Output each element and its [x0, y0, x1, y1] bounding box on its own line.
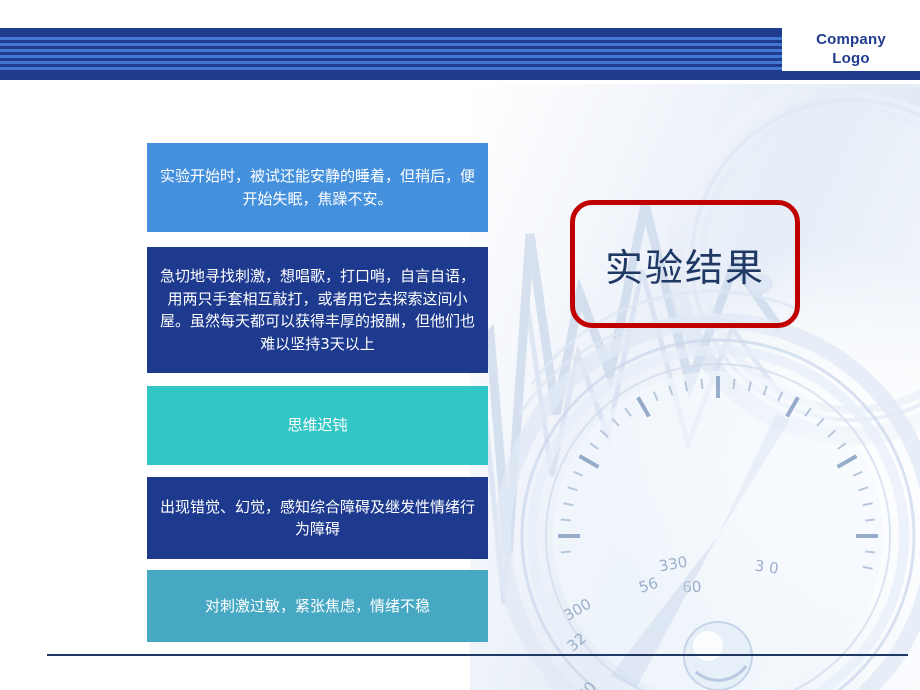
company-logo-line-1: Company [816, 30, 886, 48]
svg-text:3 0: 3 0 [754, 556, 780, 577]
content-box-2: 急切地寻找刺激，想唱歌，打口哨，自言自语，用两只手套相互敲打，或者用它去探索这间… [147, 247, 488, 373]
svg-text:56: 56 [637, 574, 661, 597]
content-box-4-text: 出现错觉、幻觉，感知综合障碍及继发性情绪行为障碍 [159, 497, 475, 539]
content-box-1-text: 实验开始时，被试还能安静的睡着，但稍后，便开始失眠，焦躁不安。 [159, 167, 475, 208]
content-box-3-text: 思维迟钝 [287, 416, 348, 435]
svg-text:60: 60 [682, 578, 702, 597]
company-logo-text: Company Logo [816, 31, 886, 69]
content-box-3: 思维迟钝 [147, 386, 488, 465]
svg-text:300: 300 [561, 595, 595, 625]
svg-text:270: 270 [568, 678, 600, 690]
title-callout-text: 实验结果 [604, 245, 765, 290]
content-box-4: 出现错觉、幻觉，感知综合障碍及继发性情绪行为障碍 [147, 477, 488, 559]
content-box-5-text: 对刺激过敏，紧张焦虑，情绪不稳 [204, 596, 430, 615]
background-gradient-tint [470, 84, 920, 690]
header-band-bottom-cap [0, 71, 920, 80]
company-logo: Company Logo [782, 28, 920, 71]
company-logo-line-2: Logo [832, 49, 870, 67]
content-box-5: 对刺激过敏，紧张焦虑，情绪不稳 [147, 570, 488, 642]
header-band-top-cap [0, 28, 782, 36]
compass-gauge-watermark-icon: 240 270 32 300 56 330 60 3 0 [460, 84, 920, 690]
content-box-1: 实验开始时，被试还能安静的睡着，但稍后，便开始失眠，焦躁不安。 [147, 143, 488, 232]
svg-text:330: 330 [657, 553, 688, 576]
bottom-divider [47, 654, 908, 656]
content-box-2-text: 急切地寻找刺激，想唱歌，打口哨，自言自语，用两只手套相互敲打，或者用它去探索这间… [159, 267, 475, 353]
slide-canvas: 240 270 32 300 56 330 60 3 0 [0, 0, 920, 690]
title-callout-frame: 实验结果 [570, 200, 800, 328]
svg-text:32: 32 [564, 629, 590, 655]
